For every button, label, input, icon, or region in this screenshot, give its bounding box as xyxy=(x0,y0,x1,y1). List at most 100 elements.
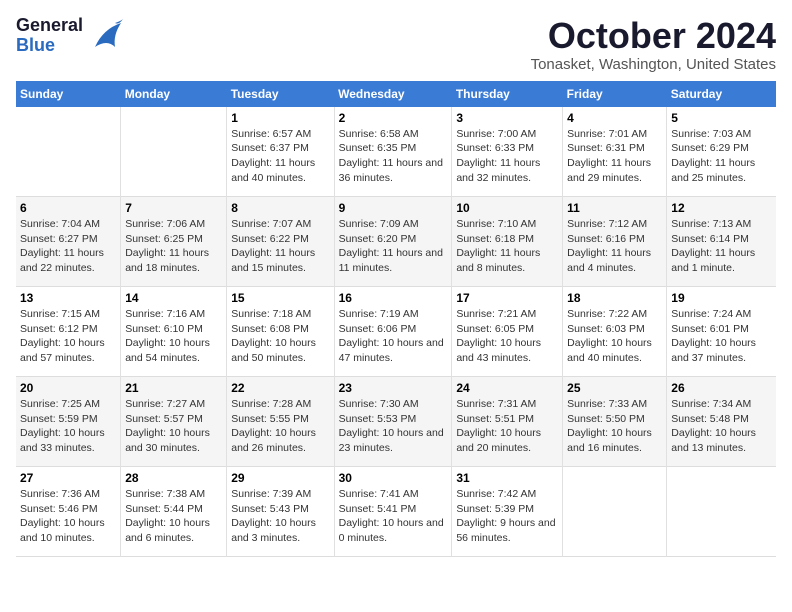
day-cell xyxy=(16,107,121,197)
day-cell: 3Sunrise: 7:00 AM Sunset: 6:33 PM Daylig… xyxy=(452,107,563,197)
day-info: Sunrise: 7:30 AM Sunset: 5:53 PM Dayligh… xyxy=(339,397,448,456)
day-number: 2 xyxy=(339,111,448,125)
day-number: 10 xyxy=(456,201,558,215)
day-cell: 29 Sunrise: 7:39 AM Sunset: 5:43 PM Dayli… xyxy=(227,467,334,557)
week-row-4: 20 Sunrise: 7:25 AM Sunset: 5:59 PM Dayli… xyxy=(16,377,776,467)
day-info: Sunrise: 7:34 AM Sunset: 5:48 PM Dayligh… xyxy=(671,397,772,456)
day-number: 15 xyxy=(231,291,329,305)
col-header-friday: Friday xyxy=(563,81,667,107)
col-header-monday: Monday xyxy=(121,81,227,107)
day-number: 30 xyxy=(339,471,448,485)
day-info: Sunrise: 7:39 AM Sunset: 5:43 PM Dayligh… xyxy=(231,487,329,546)
day-cell: 2Sunrise: 6:58 AM Sunset: 6:35 PM Daylig… xyxy=(334,107,452,197)
day-info: Sunrise: 7:28 AM Sunset: 5:55 PM Dayligh… xyxy=(231,397,329,456)
day-cell: 18 Sunrise: 7:22 AM Sunset: 6:03 PM Dayli… xyxy=(563,287,667,377)
day-info: Sunrise: 7:18 AM Sunset: 6:08 PM Dayligh… xyxy=(231,307,329,366)
day-number: 19 xyxy=(671,291,772,305)
day-info: Sunrise: 7:31 AM Sunset: 5:51 PM Dayligh… xyxy=(456,397,558,456)
col-header-saturday: Saturday xyxy=(667,81,776,107)
page-header: General Blue October 2024 Tonasket, Wash… xyxy=(16,16,776,73)
day-cell: 22Sunrise: 7:28 AM Sunset: 5:55 PM Dayli… xyxy=(227,377,334,467)
day-info: Sunrise: 7:01 AM Sunset: 6:31 PM Dayligh… xyxy=(567,127,662,186)
day-info: Sunrise: 7:25 AM Sunset: 5:59 PM Dayligh… xyxy=(20,397,116,456)
day-cell: 12 Sunrise: 7:13 AM Sunset: 6:14 PM Dayli… xyxy=(667,197,776,287)
day-cell: 25 Sunrise: 7:33 AM Sunset: 5:50 PM Dayli… xyxy=(563,377,667,467)
day-info: Sunrise: 7:19 AM Sunset: 6:06 PM Dayligh… xyxy=(339,307,448,366)
day-info: Sunrise: 7:41 AM Sunset: 5:41 PM Dayligh… xyxy=(339,487,448,546)
day-number: 18 xyxy=(567,291,662,305)
day-cell: 8 Sunrise: 7:07 AM Sunset: 6:22 PM Daylig… xyxy=(227,197,334,287)
day-number: 13 xyxy=(20,291,116,305)
col-header-thursday: Thursday xyxy=(452,81,563,107)
day-number: 20 xyxy=(20,381,116,395)
day-number: 24 xyxy=(456,381,558,395)
day-cell: 9 Sunrise: 7:09 AM Sunset: 6:20 PM Daylig… xyxy=(334,197,452,287)
day-info: Sunrise: 7:04 AM Sunset: 6:27 PM Dayligh… xyxy=(20,217,116,276)
week-row-2: 6 Sunrise: 7:04 AM Sunset: 6:27 PM Daylig… xyxy=(16,197,776,287)
col-header-sunday: Sunday xyxy=(16,81,121,107)
day-info: Sunrise: 7:12 AM Sunset: 6:16 PM Dayligh… xyxy=(567,217,662,276)
day-info: Sunrise: 7:33 AM Sunset: 5:50 PM Dayligh… xyxy=(567,397,662,456)
logo-general-text: General xyxy=(16,15,83,35)
day-number: 29 xyxy=(231,471,329,485)
day-cell xyxy=(667,467,776,557)
day-cell: 17Sunrise: 7:21 AM Sunset: 6:05 PM Dayli… xyxy=(452,287,563,377)
day-cell: 1 Sunrise: 6:57 AM Sunset: 6:37 PM Daylig… xyxy=(227,107,334,197)
day-number: 23 xyxy=(339,381,448,395)
day-cell: 10 Sunrise: 7:10 AM Sunset: 6:18 PM Dayli… xyxy=(452,197,563,287)
day-number: 31 xyxy=(456,471,558,485)
day-number: 6 xyxy=(20,201,116,215)
day-cell: 20 Sunrise: 7:25 AM Sunset: 5:59 PM Dayli… xyxy=(16,377,121,467)
location-text: Tonasket, Washington, United States xyxy=(531,56,776,73)
week-row-5: 27 Sunrise: 7:36 AM Sunset: 5:46 PM Dayli… xyxy=(16,467,776,557)
day-info: Sunrise: 7:24 AM Sunset: 6:01 PM Dayligh… xyxy=(671,307,772,366)
day-info: Sunrise: 7:22 AM Sunset: 6:03 PM Dayligh… xyxy=(567,307,662,366)
day-number: 1 xyxy=(231,111,329,125)
day-cell: 5 Sunrise: 7:03 AM Sunset: 6:29 PM Daylig… xyxy=(667,107,776,197)
day-number: 5 xyxy=(671,111,772,125)
week-row-1: 1 Sunrise: 6:57 AM Sunset: 6:37 PM Daylig… xyxy=(16,107,776,197)
day-cell: 28Sunrise: 7:38 AM Sunset: 5:44 PM Dayli… xyxy=(121,467,227,557)
day-number: 26 xyxy=(671,381,772,395)
logo-blue-text: Blue xyxy=(16,35,55,55)
week-row-3: 13 Sunrise: 7:15 AM Sunset: 6:12 PM Dayli… xyxy=(16,287,776,377)
day-number: 27 xyxy=(20,471,116,485)
day-cell: 16Sunrise: 7:19 AM Sunset: 6:06 PM Dayli… xyxy=(334,287,452,377)
day-info: Sunrise: 6:57 AM Sunset: 6:37 PM Dayligh… xyxy=(231,127,329,186)
header-row: SundayMondayTuesdayWednesdayThursdayFrid… xyxy=(16,81,776,107)
calendar-body: 1 Sunrise: 6:57 AM Sunset: 6:37 PM Daylig… xyxy=(16,107,776,557)
day-info: Sunrise: 7:38 AM Sunset: 5:44 PM Dayligh… xyxy=(125,487,222,546)
day-number: 7 xyxy=(125,201,222,215)
day-cell: 14 Sunrise: 7:16 AM Sunset: 6:10 PM Dayli… xyxy=(121,287,227,377)
day-cell: 15 Sunrise: 7:18 AM Sunset: 6:08 PM Dayli… xyxy=(227,287,334,377)
month-title: October 2024 xyxy=(531,16,776,56)
logo: General Blue xyxy=(16,16,123,56)
day-info: Sunrise: 7:36 AM Sunset: 5:46 PM Dayligh… xyxy=(20,487,116,546)
day-info: Sunrise: 7:15 AM Sunset: 6:12 PM Dayligh… xyxy=(20,307,116,366)
day-number: 11 xyxy=(567,201,662,215)
day-info: Sunrise: 7:09 AM Sunset: 6:20 PM Dayligh… xyxy=(339,217,448,276)
day-number: 14 xyxy=(125,291,222,305)
col-header-wednesday: Wednesday xyxy=(334,81,452,107)
day-info: Sunrise: 7:13 AM Sunset: 6:14 PM Dayligh… xyxy=(671,217,772,276)
day-number: 9 xyxy=(339,201,448,215)
day-cell: 13 Sunrise: 7:15 AM Sunset: 6:12 PM Dayli… xyxy=(16,287,121,377)
day-number: 25 xyxy=(567,381,662,395)
day-info: Sunrise: 7:21 AM Sunset: 6:05 PM Dayligh… xyxy=(456,307,558,366)
day-cell: 21Sunrise: 7:27 AM Sunset: 5:57 PM Dayli… xyxy=(121,377,227,467)
day-info: Sunrise: 7:06 AM Sunset: 6:25 PM Dayligh… xyxy=(125,217,222,276)
day-number: 4 xyxy=(567,111,662,125)
day-cell xyxy=(121,107,227,197)
day-info: Sunrise: 7:07 AM Sunset: 6:22 PM Dayligh… xyxy=(231,217,329,276)
day-cell: 23 Sunrise: 7:30 AM Sunset: 5:53 PM Dayli… xyxy=(334,377,452,467)
day-cell: 26 Sunrise: 7:34 AM Sunset: 5:48 PM Dayli… xyxy=(667,377,776,467)
day-info: Sunrise: 7:03 AM Sunset: 6:29 PM Dayligh… xyxy=(671,127,772,186)
day-cell: 19 Sunrise: 7:24 AM Sunset: 6:01 PM Dayli… xyxy=(667,287,776,377)
day-info: Sunrise: 7:10 AM Sunset: 6:18 PM Dayligh… xyxy=(456,217,558,276)
day-info: Sunrise: 7:16 AM Sunset: 6:10 PM Dayligh… xyxy=(125,307,222,366)
day-number: 8 xyxy=(231,201,329,215)
day-cell: 24 Sunrise: 7:31 AM Sunset: 5:51 PM Dayli… xyxy=(452,377,563,467)
day-cell: 4 Sunrise: 7:01 AM Sunset: 6:31 PM Daylig… xyxy=(563,107,667,197)
day-number: 12 xyxy=(671,201,772,215)
calendar-header: SundayMondayTuesdayWednesdayThursdayFrid… xyxy=(16,81,776,107)
